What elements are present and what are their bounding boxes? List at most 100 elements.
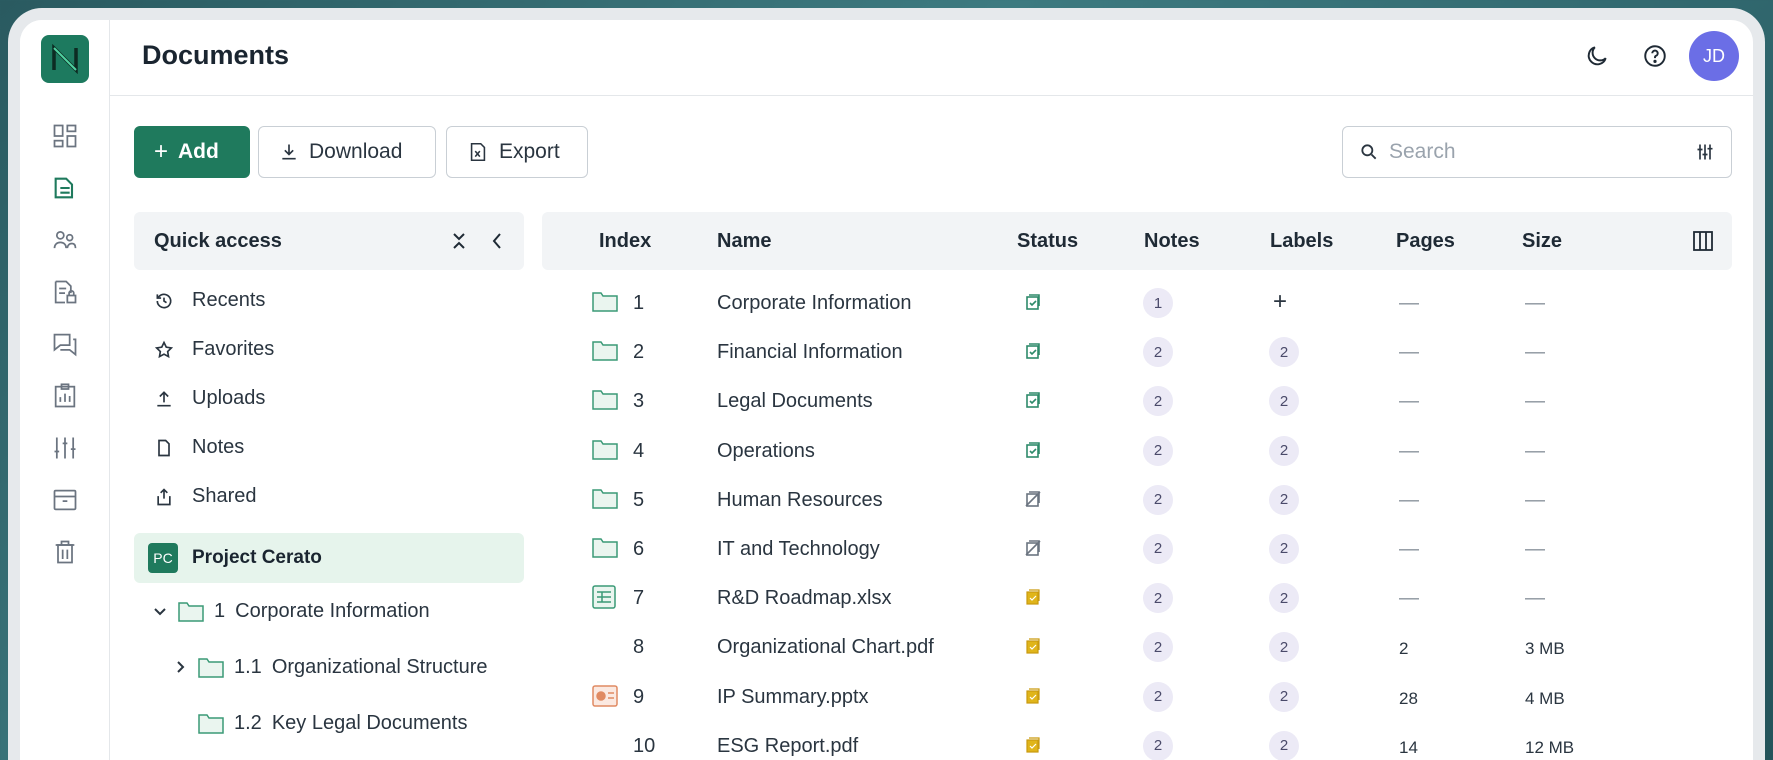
row-name[interactable]: IT and Technology bbox=[717, 538, 880, 561]
quick-access-label: Recents bbox=[192, 289, 266, 311]
table-row[interactable]: 10 ESG Report.pdf 2 2 14 12 MB bbox=[542, 723, 1732, 760]
row-name[interactable]: IP Summary.pptx bbox=[717, 686, 869, 709]
labels-count-badge[interactable]: 2 bbox=[1269, 484, 1299, 515]
collapse-all-icon[interactable] bbox=[450, 231, 468, 251]
table-row[interactable]: 3 Legal Documents 2 2 — — bbox=[542, 378, 1732, 427]
tree-item-organizational-structure[interactable]: 1.1 Organizational Structure bbox=[134, 639, 524, 695]
users-icon[interactable] bbox=[45, 220, 85, 260]
row-name[interactable]: Organizational Chart.pdf bbox=[717, 636, 934, 659]
row-name[interactable]: Financial Information bbox=[717, 341, 903, 364]
download-button[interactable]: Download bbox=[258, 126, 436, 178]
table-row[interactable]: 9 IP Summary.pptx 2 2 28 4 MB bbox=[542, 674, 1732, 723]
row-name[interactable]: Corporate Information bbox=[717, 292, 912, 315]
tree-item-number: 1.2 bbox=[234, 711, 262, 734]
project-item[interactable]: PC Project Cerato bbox=[134, 533, 524, 583]
labels-count-badge[interactable]: 2 bbox=[1269, 583, 1299, 614]
column-header-notes[interactable]: Notes bbox=[1144, 230, 1200, 253]
dashboard-icon[interactable] bbox=[45, 116, 85, 156]
row-name[interactable]: Legal Documents bbox=[717, 390, 873, 413]
quick-access-uploads[interactable]: Uploads bbox=[134, 374, 524, 423]
chevron-left-icon[interactable] bbox=[490, 231, 504, 251]
notes-count-badge[interactable]: 2 bbox=[1143, 533, 1173, 564]
table-row[interactable]: 4 Operations 2 2 — — bbox=[542, 428, 1732, 477]
chevron-right-icon[interactable] bbox=[172, 659, 188, 675]
export-button-label: Export bbox=[499, 140, 560, 163]
archive-icon[interactable] bbox=[45, 480, 85, 520]
quick-access-favorites[interactable]: Favorites bbox=[134, 325, 524, 374]
filter-sliders-icon[interactable] bbox=[1695, 142, 1715, 162]
column-header-labels[interactable]: Labels bbox=[1270, 230, 1333, 253]
app-window: Documents JD + Add Download Export Quick… bbox=[20, 20, 1753, 760]
notes-count-badge[interactable]: 2 bbox=[1143, 386, 1173, 417]
labels-count-badge[interactable]: 2 bbox=[1269, 386, 1299, 417]
row-name[interactable]: Operations bbox=[717, 440, 815, 463]
table-row[interactable]: 6 IT and Technology 2 2 — — bbox=[542, 526, 1732, 575]
notes-count-badge[interactable]: 2 bbox=[1143, 337, 1173, 368]
table-row[interactable]: 8 Organizational Chart.pdf 2 2 2 3 MB bbox=[542, 624, 1732, 673]
table-row[interactable]: 7 R&D Roadmap.xlsx 2 2 — — bbox=[542, 575, 1732, 624]
row-name[interactable]: Human Resources bbox=[717, 489, 883, 512]
column-header-index[interactable]: Index bbox=[599, 230, 651, 253]
column-header-pages[interactable]: Pages bbox=[1396, 230, 1455, 253]
quick-access-recents[interactable]: Recents bbox=[134, 276, 524, 325]
chevron-down-icon[interactable] bbox=[152, 603, 168, 619]
column-header-name[interactable]: Name bbox=[717, 230, 771, 253]
status-reviewed-icon[interactable] bbox=[1024, 391, 1042, 415]
search-input[interactable] bbox=[1389, 140, 1685, 164]
tree-item-key-legal-documents[interactable]: 1.2 Key Legal Documents bbox=[134, 695, 524, 751]
add-label-icon[interactable]: + bbox=[1273, 288, 1287, 316]
row-name[interactable]: ESG Report.pdf bbox=[717, 735, 858, 758]
add-button[interactable]: + Add bbox=[134, 126, 250, 178]
notes-count-badge[interactable]: 2 bbox=[1143, 583, 1173, 614]
status-reviewed-icon[interactable] bbox=[1024, 293, 1042, 317]
table-row[interactable]: 2 Financial Information 2 2 — — bbox=[542, 329, 1732, 378]
row-name[interactable]: R&D Roadmap.xlsx bbox=[717, 587, 892, 610]
labels-count-badge[interactable]: 2 bbox=[1269, 681, 1299, 712]
labels-count-badge[interactable]: 2 bbox=[1269, 337, 1299, 368]
secure-document-icon[interactable] bbox=[45, 272, 85, 312]
app-logo[interactable] bbox=[41, 35, 89, 83]
documents-icon[interactable] bbox=[45, 168, 85, 208]
columns-settings-icon[interactable] bbox=[1692, 230, 1714, 252]
column-header-size[interactable]: Size bbox=[1522, 230, 1562, 253]
status-not-reviewed-icon[interactable] bbox=[1024, 539, 1042, 563]
trash-icon[interactable] bbox=[45, 532, 85, 572]
plus-icon: + bbox=[154, 138, 169, 165]
notes-count-badge[interactable]: 2 bbox=[1143, 681, 1173, 712]
help-icon bbox=[1644, 45, 1666, 67]
notes-count-badge[interactable]: 2 bbox=[1143, 730, 1173, 760]
notes-count-badge[interactable]: 2 bbox=[1143, 632, 1173, 663]
quick-access-shared[interactable]: Shared bbox=[134, 472, 524, 521]
comments-icon[interactable] bbox=[45, 324, 85, 364]
reports-icon[interactable] bbox=[45, 376, 85, 416]
settings-sliders-icon[interactable] bbox=[45, 428, 85, 468]
help-button[interactable] bbox=[1637, 38, 1673, 74]
table-row[interactable]: 1 Corporate Information 1 + — — bbox=[542, 280, 1732, 329]
status-pending-icon[interactable] bbox=[1024, 736, 1042, 760]
labels-count-badge[interactable]: 2 bbox=[1269, 533, 1299, 564]
user-avatar[interactable]: JD bbox=[1689, 31, 1739, 81]
spreadsheet-icon bbox=[592, 585, 616, 615]
labels-count-badge[interactable]: 2 bbox=[1269, 632, 1299, 663]
status-reviewed-icon[interactable] bbox=[1024, 342, 1042, 366]
column-header-status[interactable]: Status bbox=[1017, 230, 1078, 253]
tree-item-corporate-information[interactable]: 1 Corporate Information bbox=[134, 583, 524, 639]
labels-count-badge[interactable]: 2 bbox=[1269, 435, 1299, 466]
labels-count-badge[interactable]: 2 bbox=[1269, 730, 1299, 760]
folder-icon bbox=[592, 339, 618, 367]
quick-access-notes[interactable]: Notes bbox=[134, 423, 524, 472]
notes-count-badge[interactable]: 2 bbox=[1143, 484, 1173, 515]
status-pending-icon[interactable] bbox=[1024, 637, 1042, 661]
dark-mode-toggle[interactable] bbox=[1579, 38, 1615, 74]
status-reviewed-icon[interactable] bbox=[1024, 441, 1042, 465]
quick-access-panel: Quick access Recents Favorites Uploads N… bbox=[134, 212, 524, 760]
status-pending-icon[interactable] bbox=[1024, 588, 1042, 612]
download-button-label: Download bbox=[309, 140, 403, 163]
notes-count-badge[interactable]: 1 bbox=[1143, 288, 1173, 318]
row-size: 3 MB bbox=[1525, 639, 1565, 659]
notes-count-badge[interactable]: 2 bbox=[1143, 435, 1173, 466]
table-row[interactable]: 5 Human Resources 2 2 — — bbox=[542, 477, 1732, 526]
status-not-reviewed-icon[interactable] bbox=[1024, 490, 1042, 514]
export-button[interactable]: Export bbox=[446, 126, 588, 178]
status-pending-icon[interactable] bbox=[1024, 687, 1042, 711]
